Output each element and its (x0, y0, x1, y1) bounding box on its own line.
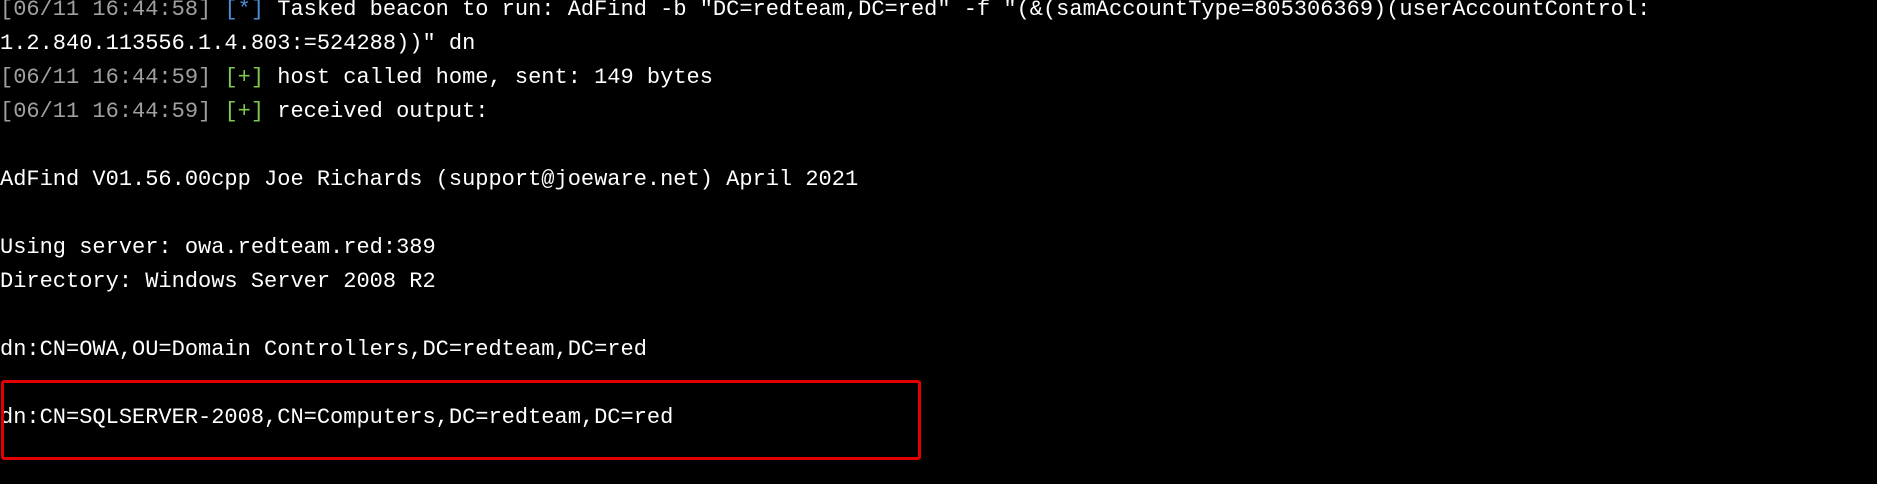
info-marker: [*] (224, 0, 265, 22)
directory-line: Directory: Windows Server 2008 R2 (0, 269, 436, 294)
log-line-received-output: [06/11 16:44:59] [+] received output: (0, 95, 488, 129)
log-message: Tasked beacon to run: AdFind -b "DC=redt… (277, 0, 1651, 22)
timestamp: [06/11 16:44:59] (0, 65, 212, 90)
log-line-tasked: [06/11 16:44:58] [*] Tasked beacon to ru… (0, 0, 1650, 27)
terminal-output: [06/11 16:44:58] [*] Tasked beacon to ru… (0, 0, 1877, 484)
log-line-continuation: 1.2.840.113556.1.4.803:=524288))" dn (0, 27, 475, 61)
highlight-box (1, 380, 921, 460)
log-line-host-called-home: [06/11 16:44:59] [+] host called home, s… (0, 61, 713, 95)
server-line: Using server: owa.redteam.red:389 (0, 235, 436, 260)
ok-marker: [+] (224, 99, 265, 124)
timestamp: [06/11 16:44:59] (0, 99, 212, 124)
log-message: host called home, sent: 149 bytes (277, 65, 713, 90)
timestamp: [06/11 16:44:58] (0, 0, 212, 22)
log-message: 1.2.840.113556.1.4.803:=524288))" dn (0, 31, 476, 56)
log-message: received output: (277, 99, 489, 124)
ok-marker: [+] (224, 65, 265, 90)
dn-entry-owa: dn:CN=OWA,OU=Domain Controllers,DC=redte… (0, 337, 647, 362)
adfind-banner: AdFind V01.56.00cpp Joe Richards (suppor… (0, 167, 859, 192)
